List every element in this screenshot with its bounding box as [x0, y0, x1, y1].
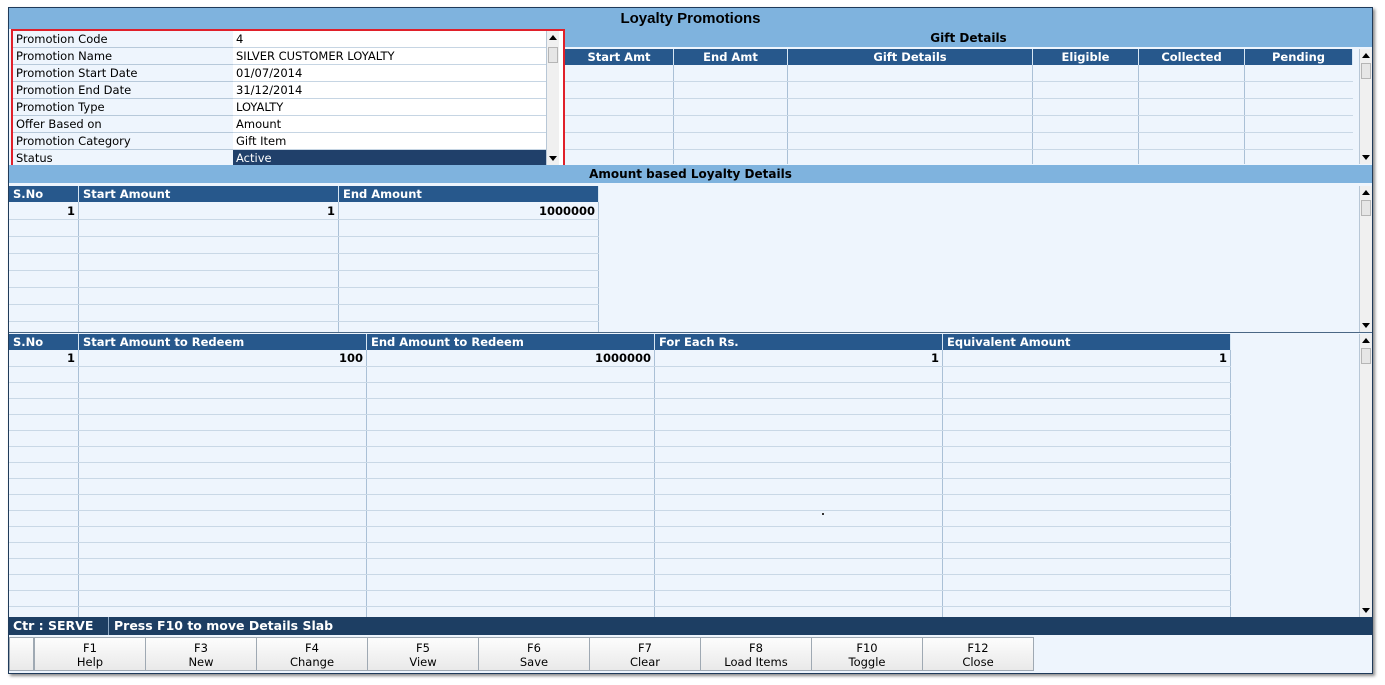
col-eligible: Eligible: [1033, 49, 1139, 65]
scroll-up-icon[interactable]: [1362, 53, 1370, 58]
col-start-amount-to-redeem: Start Amount to Redeem: [79, 334, 367, 350]
gift-details-scrollbar[interactable]: [1359, 49, 1372, 164]
cell-end-amount[interactable]: 1000000: [339, 204, 595, 218]
change-button[interactable]: F4 Change: [256, 637, 368, 671]
help-button[interactable]: F1 Help: [34, 637, 146, 671]
amount-loyalty-grid[interactable]: 1 1 1000000: [9, 202, 599, 332]
cell-start-amount-to-redeem[interactable]: 100: [79, 351, 363, 365]
gift-details-title: Gift Details: [565, 29, 1372, 47]
col-start-amt: Start Amt: [565, 49, 674, 65]
gift-details-grid[interactable]: [565, 65, 1353, 164]
promotion-end-date-field[interactable]: 31/12/2014: [233, 82, 548, 99]
cell-start-amount[interactable]: 1: [79, 204, 335, 218]
cell-end-amount-to-redeem[interactable]: 1000000: [367, 351, 651, 365]
form-row-promotion-name: Promotion Name SILVER CUSTOMER LOYALTY: [13, 48, 548, 65]
cell-sno[interactable]: 1: [9, 351, 75, 365]
fkey-spacer: [9, 637, 34, 671]
section-divider: [9, 332, 1372, 333]
redeem-scrollbar[interactable]: [1359, 334, 1372, 617]
scroll-down-icon[interactable]: [1362, 608, 1370, 613]
redeem-grid[interactable]: 1 100 1000000 1 1: [9, 350, 1231, 617]
window-title: Loyalty Promotions: [9, 8, 1372, 29]
function-key-bar: F1 Help F3 New F4 Change F5 View F6 Save F7 Cl…: [9, 636, 1372, 673]
promotion-type-field[interactable]: LOYALTY: [233, 99, 548, 116]
col-gift-details: Gift Details: [788, 49, 1033, 65]
cell-for-each-rs[interactable]: 1: [655, 351, 939, 365]
gift-details-header: Start Amt End Amt Gift Details Eligible …: [565, 49, 1353, 65]
amount-loyalty-header: S.No Start Amount End Amount: [9, 186, 599, 202]
scroll-thumb[interactable]: [548, 47, 558, 63]
promotion-start-date-field[interactable]: 01/07/2014: [233, 65, 548, 82]
form-scrollbar[interactable]: [546, 31, 559, 165]
loyalty-promotions-window: Loyalty Promotions Promotion Code 4 Prom…: [8, 7, 1373, 674]
toggle-button[interactable]: F10 Toggle: [811, 637, 923, 671]
amount-loyalty-title: Amount based Loyalty Details: [9, 165, 1372, 183]
form-label: Promotion Category: [13, 133, 236, 150]
form-label: Promotion Type: [13, 99, 236, 116]
scroll-thumb[interactable]: [1361, 63, 1371, 79]
col-sno: S.No: [9, 334, 79, 350]
col-equivalent-amount: Equivalent Amount: [943, 334, 1231, 350]
counter-label: Ctr : SERVE: [13, 618, 94, 633]
form-label: Promotion Start Date: [13, 65, 236, 82]
form-label: Promotion End Date: [13, 82, 236, 99]
col-end-amount: End Amount: [339, 186, 599, 202]
promotion-category-field[interactable]: Gift Item: [233, 133, 548, 150]
form-row-promotion-category: Promotion Category Gift Item: [13, 133, 548, 150]
scroll-down-icon[interactable]: [549, 156, 557, 161]
close-button[interactable]: F12 Close: [922, 637, 1034, 671]
redeem-header: S.No Start Amount to Redeem End Amount t…: [9, 334, 1231, 350]
new-button[interactable]: F3 New: [145, 637, 257, 671]
form-row-promotion-code: Promotion Code 4: [13, 31, 548, 48]
promotion-code-field[interactable]: 4: [233, 31, 548, 48]
promotion-form: Promotion Code 4 Promotion Name SILVER C…: [11, 29, 565, 168]
form-row-start-date: Promotion Start Date 01/07/2014: [13, 65, 548, 82]
scroll-up-icon[interactable]: [1362, 190, 1370, 195]
status-bar: Ctr : SERVE Press F10 to move Details Sl…: [9, 617, 1372, 635]
save-button[interactable]: F6 Save: [478, 637, 590, 671]
scroll-up-icon[interactable]: [1362, 338, 1370, 343]
col-start-amount: Start Amount: [79, 186, 339, 202]
status-hint: Press F10 to move Details Slab: [114, 618, 334, 633]
scroll-up-icon[interactable]: [549, 35, 557, 40]
form-label: Promotion Code: [13, 31, 236, 48]
col-for-each-rs: For Each Rs.: [655, 334, 943, 350]
col-sno: S.No: [9, 186, 79, 202]
cell-equivalent-amount[interactable]: 1: [943, 351, 1227, 365]
scroll-down-icon[interactable]: [1362, 323, 1370, 328]
form-label: Offer Based on: [13, 116, 236, 133]
form-row-promotion-type: Promotion Type LOYALTY: [13, 99, 548, 116]
form-label: Promotion Name: [13, 48, 236, 65]
form-row-offer-based-on: Offer Based on Amount: [13, 116, 548, 133]
col-end-amt: End Amt: [674, 49, 788, 65]
col-collected: Collected: [1139, 49, 1245, 65]
cell-sno[interactable]: 1: [9, 204, 75, 218]
stray-dot: [822, 513, 824, 515]
scroll-thumb[interactable]: [1361, 348, 1371, 364]
form-row-end-date: Promotion End Date 31/12/2014: [13, 82, 548, 99]
clear-button[interactable]: F7 Clear: [589, 637, 701, 671]
offer-based-on-field[interactable]: Amount: [233, 116, 548, 133]
amount-loyalty-scrollbar[interactable]: [1359, 186, 1372, 332]
view-button[interactable]: F5 View: [367, 637, 479, 671]
col-pending: Pending: [1245, 49, 1353, 65]
scroll-down-icon[interactable]: [1362, 155, 1370, 160]
col-end-amount-to-redeem: End Amount to Redeem: [367, 334, 655, 350]
load-items-button[interactable]: F8 Load Items: [700, 637, 812, 671]
promotion-name-field[interactable]: SILVER CUSTOMER LOYALTY: [233, 48, 548, 65]
scroll-thumb[interactable]: [1361, 200, 1371, 216]
